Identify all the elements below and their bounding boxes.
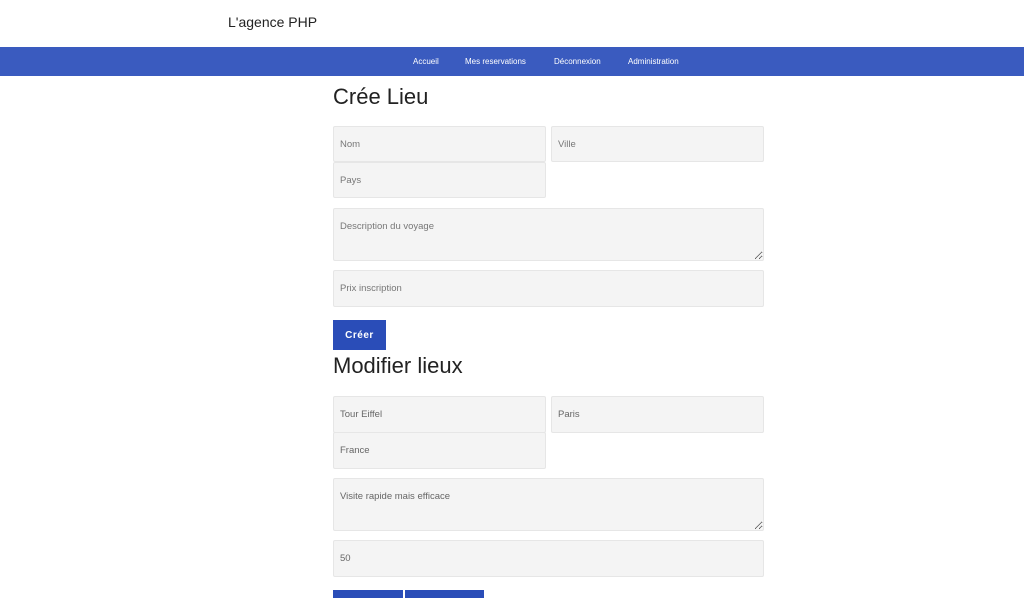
create-prix-input[interactable] xyxy=(333,270,764,307)
create-ville-input[interactable] xyxy=(551,126,764,162)
nav-item-mes-reservations[interactable]: Mes reservations xyxy=(465,47,526,76)
create-description-textarea[interactable] xyxy=(333,208,764,261)
create-pays-input[interactable] xyxy=(333,162,546,198)
nav-item-deconnexion[interactable]: Déconnexion xyxy=(554,47,601,76)
edit-pays-input[interactable] xyxy=(333,432,546,469)
create-form-title: Crée Lieu xyxy=(333,84,429,109)
create-submit-button[interactable]: Créer xyxy=(333,320,386,350)
brand-title: L'agence PHP xyxy=(228,14,318,30)
nav-item-administration[interactable]: Administration xyxy=(628,47,679,76)
edit-ville-input[interactable] xyxy=(551,396,764,433)
nav-item-accueil[interactable]: Accueil xyxy=(413,47,439,76)
edit-action-button-1[interactable] xyxy=(333,590,403,598)
edit-prix-input[interactable] xyxy=(333,540,764,577)
create-nom-input[interactable] xyxy=(333,126,546,162)
edit-description-textarea[interactable]: Visite rapide mais efficace xyxy=(333,478,764,531)
edit-form-title: Modifier lieux xyxy=(333,353,463,378)
navbar: Accueil Mes reservations Déconnexion Adm… xyxy=(0,47,1024,76)
edit-action-button-2[interactable] xyxy=(405,590,484,598)
edit-nom-input[interactable] xyxy=(333,396,546,433)
